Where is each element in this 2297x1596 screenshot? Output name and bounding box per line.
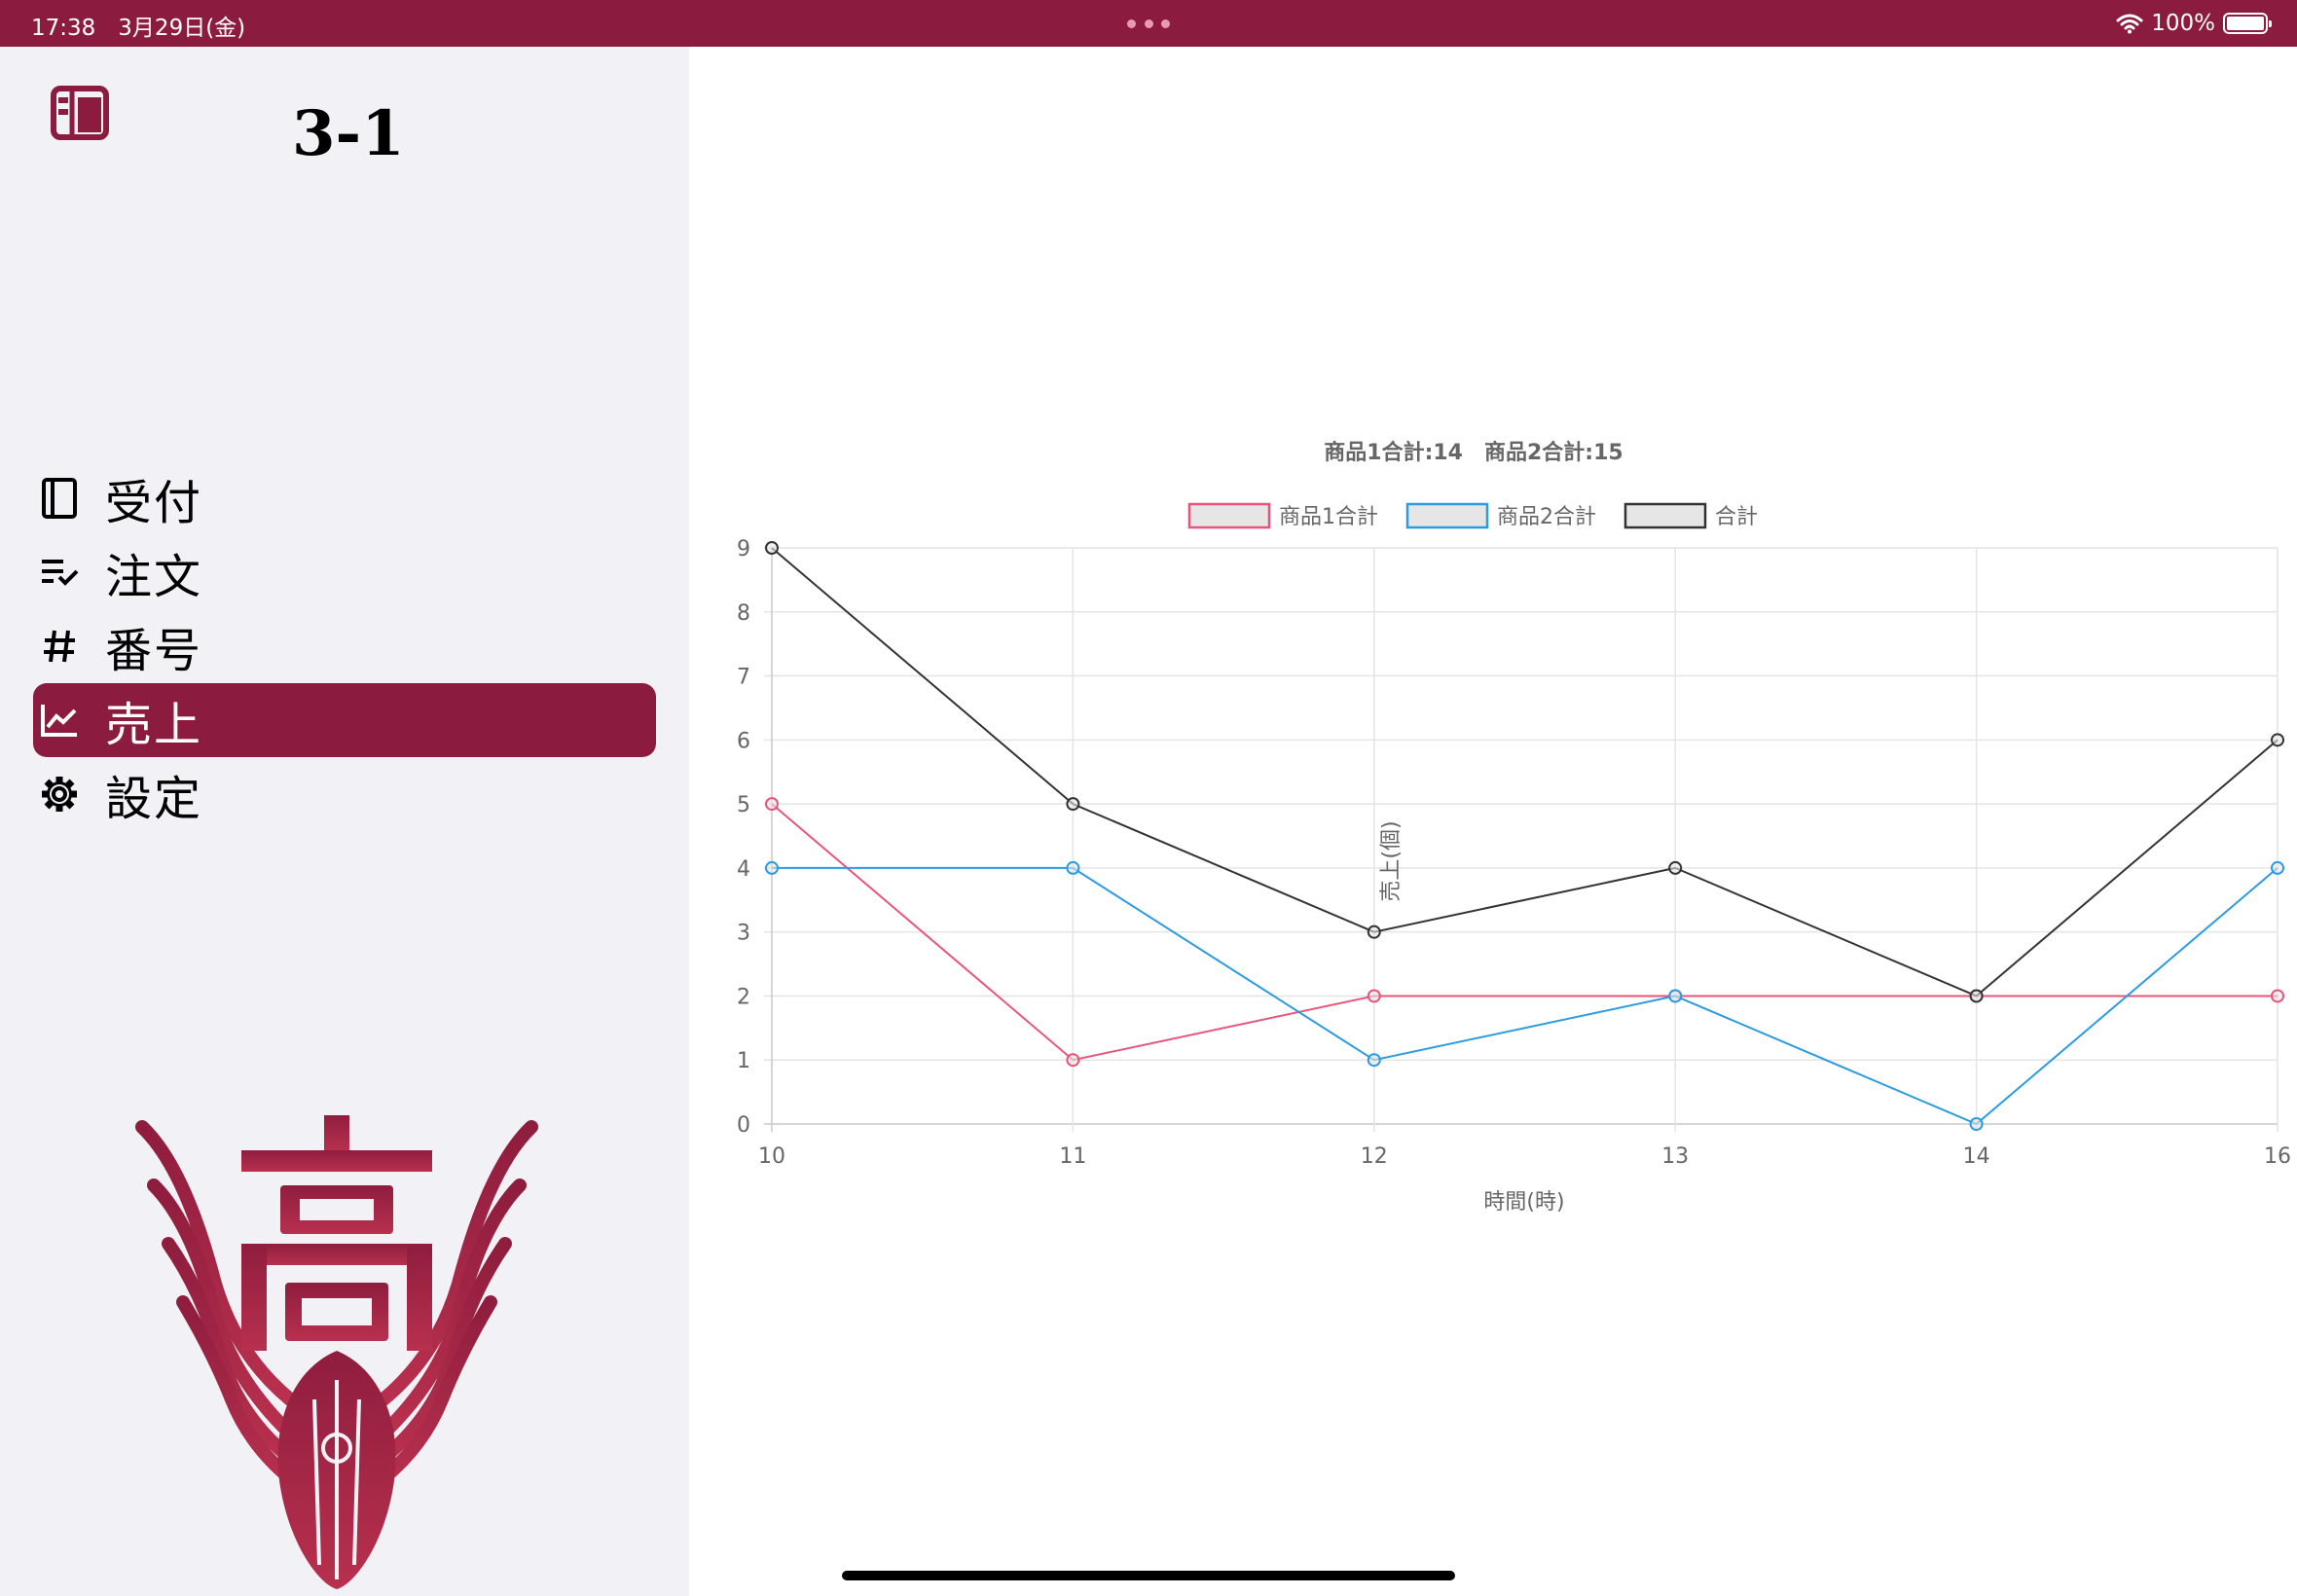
y-tick-label: 3 [737, 922, 750, 946]
y-tick-label: 4 [737, 857, 750, 882]
x-axis-label: 時間(時) [1483, 1190, 1564, 1215]
sidebar-item-sales[interactable]: 売上 [33, 683, 656, 757]
chart-legend: 商品1合計 商品2合計 合計 [1187, 502, 1758, 529]
school-emblem-logo [135, 1115, 538, 1589]
data-point[interactable] [1969, 1117, 1984, 1131]
data-point[interactable] [765, 541, 779, 555]
home-indicator[interactable] [842, 1571, 1455, 1580]
legend-item[interactable]: 商品2合計 [1405, 502, 1596, 529]
data-point[interactable] [1668, 860, 1683, 875]
sidebar-item-number[interactable]: 番号 [33, 609, 656, 683]
data-point[interactable] [1066, 1053, 1080, 1068]
x-tick-label: 12 [1361, 1144, 1388, 1169]
chart-line-icon [37, 698, 82, 743]
chart-series [765, 541, 2284, 1131]
y-axis: 0 1 2 3 4 5 6 7 8 9 [737, 537, 750, 1138]
y-tick-label: 0 [737, 1113, 750, 1138]
sales-line-chart: 商品1合計:14 商品2合計:15 商品1合計 商品2合計 合計 012345678… [737, 440, 2291, 1215]
data-point[interactable] [1367, 1053, 1381, 1068]
y-tick-label: 2 [737, 985, 750, 1009]
data-point[interactable] [2271, 733, 2284, 747]
sidebar-item-reception[interactable]: 受付 [33, 461, 656, 535]
legend-label: 商品2合計 [1497, 505, 1596, 529]
sidebar-toggle-icon[interactable] [51, 86, 109, 140]
sidebar-item-label: 売上 [105, 698, 203, 752]
legend-swatch [1187, 502, 1271, 529]
legend-item[interactable]: 合計 [1623, 502, 1758, 529]
series-line [771, 547, 2279, 998]
data-point[interactable] [1367, 989, 1381, 1003]
gear-icon [37, 772, 82, 816]
y-tick-label: 9 [737, 537, 750, 562]
data-point[interactable] [765, 797, 779, 812]
checklist-icon [37, 550, 82, 595]
status-time-date: 17:38 3月29日(金) [31, 16, 246, 41]
status-bar: 17:38 3月29日(金) 100% [0, 0, 2297, 47]
x-axis: 10 11 12 13 14 16 [758, 1144, 2291, 1169]
data-point[interactable] [2271, 860, 2284, 875]
legend-item[interactable]: 商品1合計 [1187, 502, 1378, 529]
data-point[interactable] [1367, 925, 1381, 939]
battery-percent: 100% [2151, 11, 2215, 36]
data-point[interactable] [765, 860, 779, 875]
status-right: 100% [2116, 9, 2272, 38]
data-point[interactable] [2271, 989, 2284, 1003]
wifi-icon [2116, 14, 2143, 34]
x-tick-label: 14 [1963, 1144, 1990, 1169]
sidebar-item-order[interactable]: 注文 [33, 535, 656, 609]
sidebar-item-label: 受付 [105, 476, 203, 530]
y-tick-label: 8 [737, 601, 750, 626]
y-tick-label: 1 [737, 1049, 750, 1073]
chart-title: 商品1合計:14 商品2合計:15 [1324, 440, 1622, 465]
sidebar-item-label: 設定 [105, 772, 203, 826]
data-point[interactable] [1066, 797, 1080, 812]
hashtag-icon [37, 624, 82, 669]
multitasking-dots[interactable] [1127, 19, 1170, 29]
legend-label: 合計 [1715, 505, 1758, 529]
data-point[interactable] [1969, 989, 1984, 1003]
y-tick-label: 6 [737, 729, 750, 753]
page-title: 3-1 [292, 97, 405, 170]
sidebar-item-label: 番号 [105, 624, 203, 678]
book-icon [37, 476, 82, 521]
data-point[interactable] [1668, 989, 1683, 1003]
sidebar-item-settings[interactable]: 設定 [33, 757, 656, 831]
sidebar: 3-1 受付 注文 番号 売上 設定 [0, 47, 689, 1596]
y-axis-label: 売上(個) [1379, 820, 1404, 901]
chart-grid [764, 547, 2279, 1132]
x-tick-label: 11 [1059, 1144, 1086, 1169]
legend-swatch [1623, 502, 1707, 529]
x-tick-label: 13 [1661, 1144, 1689, 1169]
legend-label: 商品1合計 [1279, 505, 1378, 529]
legend-swatch [1405, 502, 1489, 529]
series-合計 [765, 541, 2284, 1003]
data-point[interactable] [1066, 860, 1080, 875]
sidebar-item-label: 注文 [105, 550, 203, 604]
y-tick-label: 5 [737, 793, 750, 817]
y-tick-label: 7 [737, 666, 750, 690]
sidebar-nav: 受付 注文 番号 売上 設定 [33, 461, 656, 831]
main-content: 商品1合計:14 商品2合計:15 商品1合計 商品2合計 合計 012345678… [689, 47, 2297, 1596]
battery-icon [2223, 13, 2272, 34]
x-tick-label: 16 [2264, 1144, 2291, 1169]
x-tick-label: 10 [758, 1144, 785, 1169]
